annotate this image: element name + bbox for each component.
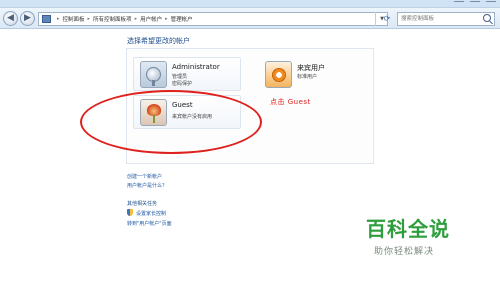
control-panel-icon bbox=[42, 15, 51, 23]
account-role: 管理员 bbox=[172, 74, 188, 80]
related-tasks-heading: 其他相关任务 bbox=[127, 201, 158, 207]
breadcrumb-manage-accounts[interactable]: 管理帐户 bbox=[171, 15, 193, 23]
account-name: Administrator bbox=[172, 63, 220, 71]
goto-user-accounts-link[interactable]: 转到"用户帐户"页面 bbox=[127, 220, 172, 227]
address-field[interactable]: ▸ 控制面板 ▸ 所有控制面板项 ▸ 用户帐户 ▸ 管理帐户 bbox=[38, 12, 388, 26]
search-input[interactable]: 搜索控制面板 bbox=[397, 12, 495, 26]
orange-ring-icon bbox=[272, 68, 286, 82]
avatar bbox=[140, 61, 167, 88]
minimize-icon[interactable] bbox=[454, 1, 464, 6]
back-button[interactable]: ◀ bbox=[3, 11, 18, 26]
close-icon[interactable] bbox=[486, 1, 496, 6]
account-detail: 密码保护 bbox=[172, 81, 193, 87]
breadcrumb-user-accounts[interactable]: 用户帐户 bbox=[140, 15, 162, 23]
breadcrumb-all-items[interactable]: 所有控制面板项 bbox=[93, 15, 132, 23]
window-titlebar bbox=[0, 0, 500, 8]
what-is-account-link[interactable]: 用户帐户是什么？ bbox=[127, 182, 167, 189]
watermark-title: 百科全说 bbox=[366, 217, 450, 241]
highlight-ellipse bbox=[80, 90, 262, 154]
maximize-icon[interactable] bbox=[470, 1, 480, 6]
page-title: 选择希望更改的帐户 bbox=[127, 37, 190, 45]
annotation-label: 点击 Guest bbox=[270, 98, 311, 106]
address-bar: ◀ ▶ ▸ 控制面板 ▸ 所有控制面板项 ▸ 用户帐户 ▸ 管理帐户 ▼ ⟳ 搜… bbox=[0, 8, 500, 29]
account-name: 来宾用户 bbox=[297, 64, 325, 72]
refresh-icon[interactable]: ⟳ bbox=[381, 12, 393, 26]
parental-controls-link[interactable]: 设置家长控制 bbox=[136, 210, 166, 217]
account-guest-user[interactable]: 来宾用户 标准用户 bbox=[258, 57, 366, 91]
watermark-subtitle: 助你轻松解决 bbox=[374, 247, 435, 257]
account-administrator[interactable]: Administrator 管理员 密码保护 bbox=[133, 57, 241, 91]
search-placeholder: 搜索控制面板 bbox=[401, 16, 435, 22]
breadcrumb-control-panel[interactable]: 控制面板 bbox=[63, 15, 85, 23]
avatar bbox=[265, 61, 292, 88]
account-role: 标准用户 bbox=[297, 74, 318, 80]
shield-icon bbox=[127, 209, 133, 216]
search-icon[interactable] bbox=[483, 14, 491, 22]
create-account-link[interactable]: 创建一个新帐户 bbox=[127, 173, 162, 180]
forward-button[interactable]: ▶ bbox=[20, 11, 35, 26]
